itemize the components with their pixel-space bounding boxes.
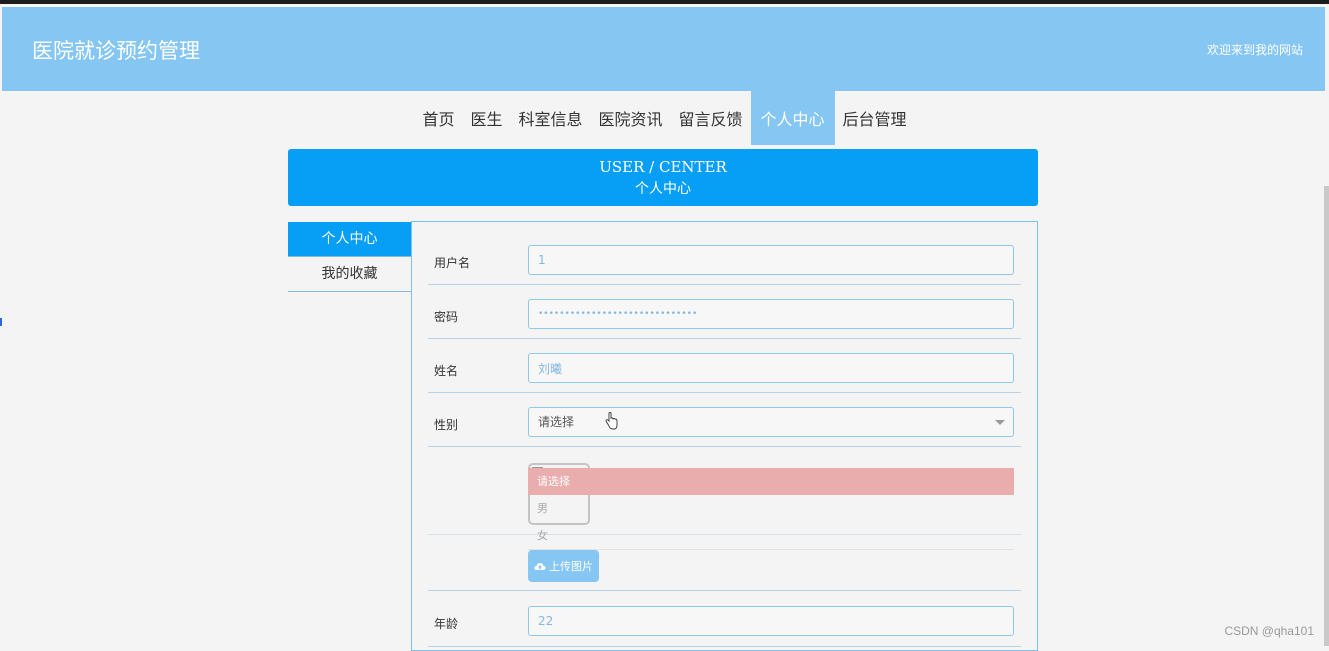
form-row-username: 用户名 [428, 234, 1021, 285]
page-scrollbar[interactable] [1324, 186, 1329, 646]
sidebar-item-favorites[interactable]: 我的收藏 [288, 257, 411, 292]
site-header: 医院就诊预约管理 欢迎来到我的网站 [2, 7, 1325, 91]
gender-option[interactable]: 请选择 [528, 468, 1014, 495]
window-edge-marker [0, 318, 2, 326]
name-input[interactable] [528, 353, 1014, 383]
nav-item-news[interactable]: 医院资讯 [590, 91, 670, 145]
upload-button-label: 上传图片 [549, 560, 593, 573]
window-top-border [0, 0, 1329, 4]
gender-label: 性别 [434, 418, 459, 432]
main-nav: 首页 医生 科室信息 医院资讯 留言反馈 个人中心 后台管理 [0, 91, 1329, 145]
hand-cursor-icon [605, 412, 618, 430]
age-input[interactable] [528, 606, 1014, 636]
form-row-gender: 性别 请选择 [428, 393, 1021, 447]
nav-item-home[interactable]: 首页 [414, 91, 462, 145]
name-label: 姓名 [434, 364, 459, 378]
sidebar-menu: 个人中心 我的收藏 [288, 222, 411, 292]
chevron-down-icon [995, 420, 1005, 425]
watermark: CSDN @qha101 [1224, 624, 1314, 638]
sidebar-item-user-center[interactable]: 个人中心 [288, 222, 411, 257]
gender-select-value: 请选择 [538, 415, 575, 429]
welcome-text: 欢迎来到我的网站 [1206, 43, 1303, 57]
site-title: 医院就诊预约管理 [32, 39, 200, 63]
banner-title-en: USER / CENTER [599, 158, 727, 176]
user-center-banner: USER / CENTER 个人中心 [288, 149, 1038, 206]
age-label: 年龄 [434, 617, 459, 631]
gender-select[interactable]: 请选择 [528, 407, 1014, 437]
username-label: 用户名 [434, 256, 471, 270]
nav-item-admin[interactable]: 后台管理 [835, 91, 915, 145]
password-input[interactable] [528, 299, 1014, 329]
nav-item-doctor[interactable]: 医生 [462, 91, 510, 145]
nav-item-department[interactable]: 科室信息 [510, 91, 590, 145]
nav-item-feedback[interactable]: 留言反馈 [671, 91, 751, 145]
upload-image-button[interactable]: 上传图片 [528, 550, 599, 582]
form-row-age: 年龄 [428, 591, 1021, 647]
form-row-upload [428, 535, 1021, 591]
form-row-password: 密码 [428, 285, 1021, 339]
nav-item-user-center[interactable]: 个人中心 [750, 91, 835, 145]
banner-title-cn: 个人中心 [635, 181, 691, 197]
cloud-upload-icon [534, 562, 546, 570]
password-label: 密码 [434, 310, 459, 324]
form-row-name: 姓名 [428, 339, 1021, 393]
profile-form-panel: 用户名 密码 姓名 性别 请选择 请选择 男 女 [411, 221, 1038, 651]
username-input[interactable] [528, 245, 1014, 275]
gender-option[interactable]: 男 [528, 495, 1014, 522]
